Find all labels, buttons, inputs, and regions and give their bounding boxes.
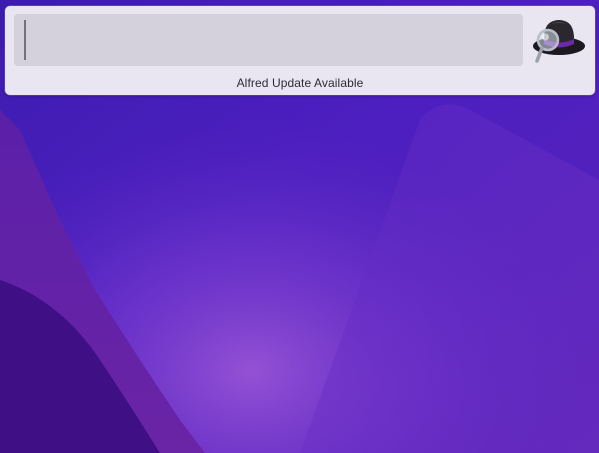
text-caret <box>24 20 26 60</box>
alfred-launcher-window: Alfred Update Available <box>5 6 595 95</box>
update-available-notice[interactable]: Alfred Update Available <box>5 76 595 90</box>
search-input[interactable] <box>14 14 523 66</box>
alfred-hat-icon[interactable] <box>531 16 587 64</box>
search-box[interactable] <box>14 14 523 66</box>
